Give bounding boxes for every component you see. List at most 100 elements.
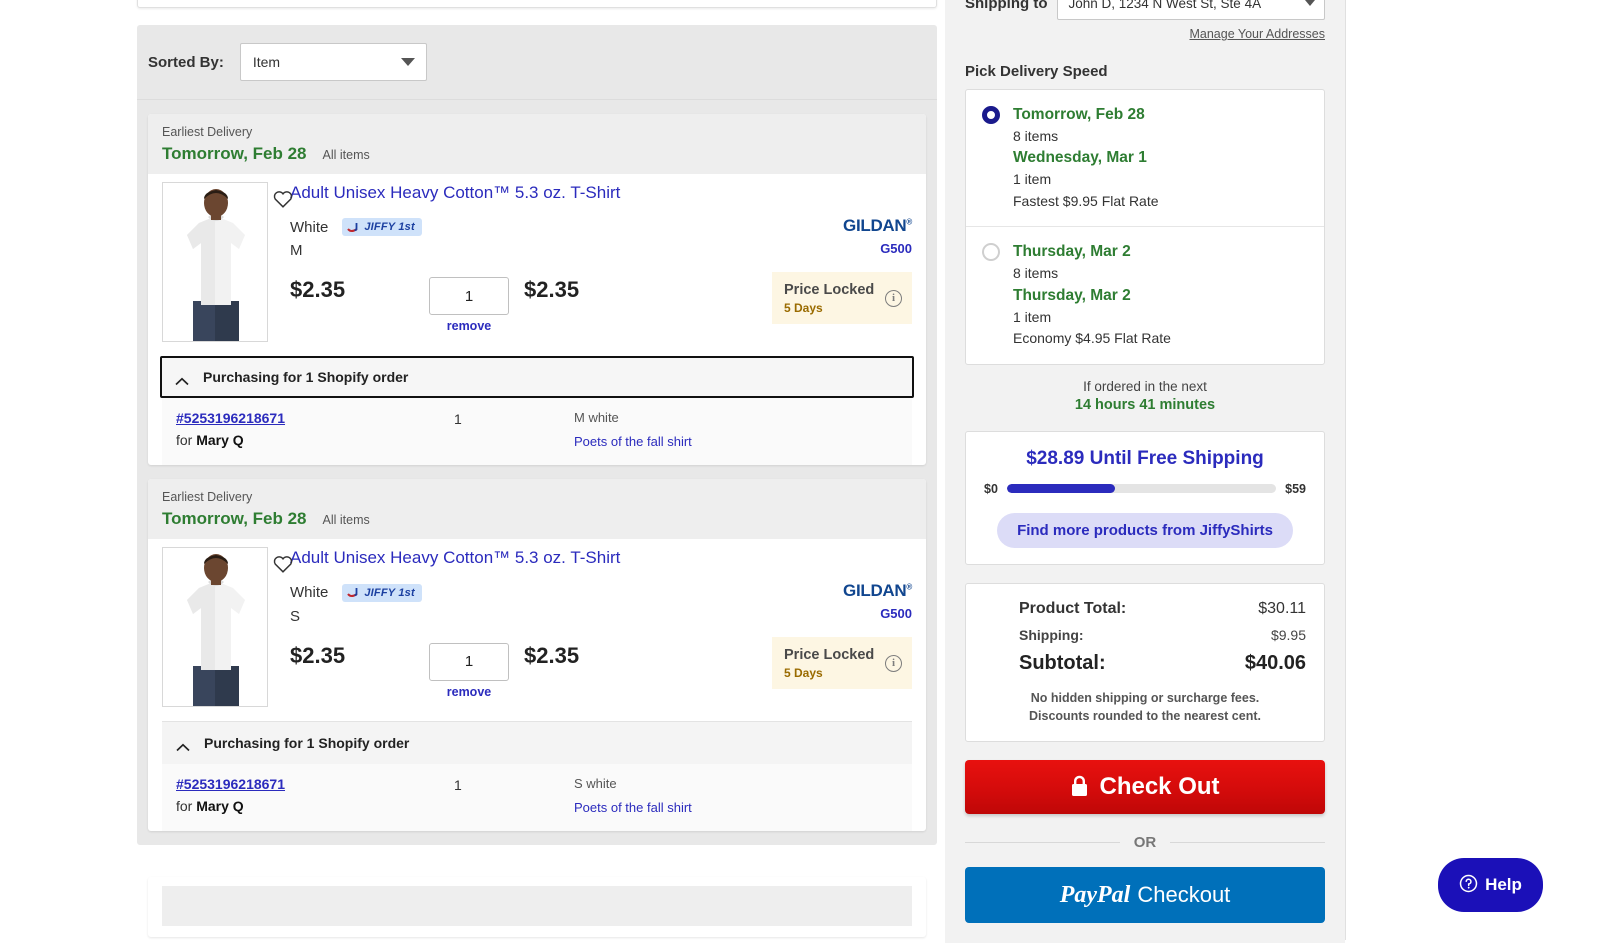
progress-max-label: $59: [1285, 481, 1306, 496]
chevron-up-icon: [175, 373, 189, 385]
order-identity: #5253196218671 for Mary Q: [176, 776, 454, 814]
quantity-input[interactable]: [429, 642, 509, 681]
product-image[interactable]: [162, 182, 268, 343]
brand-column: GILDAN® G500: [732, 581, 912, 621]
delivery-date: Tomorrow, Feb 28: [162, 509, 307, 529]
order-product-link[interactable]: Poets of the fall shirt: [574, 800, 898, 815]
product-image[interactable]: [162, 547, 268, 708]
favorite-icon[interactable]: [272, 553, 294, 575]
delivery-scope: All items: [322, 148, 370, 163]
order-deadline-countdown: 14 hours 41 minutes: [1074, 396, 1216, 413]
order-for-prefix: for: [176, 798, 193, 815]
favorite-icon[interactable]: [272, 188, 294, 210]
sort-select-wrap: Item: [239, 43, 427, 81]
pick-delivery-speed-heading: Pick Delivery Speed: [965, 63, 1108, 80]
paypal-checkout-label: Checkout: [1137, 882, 1231, 908]
total-row-product: Product Total: $30.11: [984, 600, 1306, 618]
delivery-caption: Earliest Delivery: [162, 490, 253, 505]
order-deadline-note: If ordered in the next 14 hours 41 minut…: [965, 379, 1325, 413]
order-quantity: 1: [454, 777, 462, 794]
quantity-input[interactable]: [429, 277, 509, 316]
product-title-link[interactable]: Adult Unisex Heavy Cotton™ 5.3 oz. T-Shi…: [290, 182, 912, 203]
remove-item-link[interactable]: remove: [414, 319, 524, 333]
shipping-to-row: Shipping to John D, 1234 N West St, Ste …: [965, 0, 1325, 20]
price-locked-days: 5 Days: [784, 666, 823, 681]
order-customer-name: Mary Q: [196, 432, 244, 449]
jiffy-badge-label: JIFFY 1st: [364, 221, 415, 234]
speed-count-1: 8 items: [1013, 127, 1059, 144]
style-number[interactable]: G500: [732, 241, 912, 256]
order-id-link[interactable]: #5253196218671: [176, 410, 285, 426]
brand-logo: GILDAN®: [843, 581, 912, 601]
style-number[interactable]: G500: [732, 606, 912, 621]
info-icon[interactable]: i: [885, 654, 902, 672]
purchasing-for-label: Purchasing for 1 Shopify order: [203, 369, 409, 386]
product-total-value: $30.11: [1258, 599, 1306, 617]
jiffy-swoosh-icon: [347, 588, 358, 597]
price-locked-title: Price Locked: [784, 282, 875, 299]
tshirt-model-photo: [163, 548, 267, 707]
cart-item-card: Earliest Delivery Tomorrow, Feb 28 All i…: [148, 114, 926, 466]
purchasing-for-label: Purchasing for 1 Shopify order: [204, 735, 410, 752]
speed-date-1: Thursday, Mar 2: [1013, 243, 1131, 261]
info-icon[interactable]: i: [885, 289, 902, 307]
brand-logo: GILDAN®: [843, 216, 912, 236]
order-deadline-caption: If ordered in the next: [1083, 378, 1207, 394]
manage-addresses-link[interactable]: Manage Your Addresses: [965, 27, 1325, 41]
product-color: White: [290, 584, 329, 601]
fineprint-line-2: Discounts rounded to the nearest cent.: [1029, 709, 1261, 723]
total-row-subtotal: Subtotal: $40.06: [984, 652, 1306, 675]
order-id-link[interactable]: #5253196218671: [176, 776, 285, 792]
lock-icon: [1070, 775, 1089, 800]
find-more-products-button[interactable]: Find more products from JiffyShirts: [997, 512, 1293, 548]
price-locked-badge: Price Locked 5 Days i: [772, 272, 912, 325]
help-widget-button[interactable]: Help: [1438, 858, 1543, 912]
delivery-scope: All items: [322, 513, 370, 528]
progress-track: [1006, 484, 1277, 494]
unit-price: $2.35: [290, 277, 346, 303]
line-total-price: $2.35: [524, 277, 580, 303]
free-shipping-panel: $28.89 Until Free Shipping $0 $59 Find m…: [965, 430, 1325, 565]
order-customer-name: Mary Q: [196, 798, 244, 815]
speed-rate: Fastest $9.95 Flat Rate: [1013, 192, 1159, 209]
order-variant-column: M white Poets of the fall shirt: [574, 410, 898, 449]
price-locked-days: 5 Days: [784, 301, 823, 316]
question-mark-icon: [1459, 874, 1478, 896]
purchasing-for-accordion-toggle[interactable]: Purchasing for 1 Shopify order: [162, 721, 912, 765]
speed-count-2: 1 item: [1013, 171, 1052, 188]
radio-unselected-icon[interactable]: [982, 243, 1000, 262]
purchasing-for-accordion-toggle[interactable]: Purchasing for 1 Shopify order: [160, 356, 914, 399]
order-customer: for Mary Q: [176, 432, 454, 448]
delivery-speed-options: Tomorrow, Feb 28 8 items Wednesday, Mar …: [965, 89, 1325, 365]
totals-fineprint: No hidden shipping or surcharge fees. Di…: [984, 689, 1306, 725]
order-for-prefix: for: [176, 432, 193, 449]
previous-card-stub: [137, 0, 937, 8]
product-title-link[interactable]: Adult Unisex Heavy Cotton™ 5.3 oz. T-Shi…: [290, 547, 912, 568]
order-product-link[interactable]: Poets of the fall shirt: [574, 434, 898, 449]
shipping-total-value: $9.95: [1270, 626, 1306, 643]
paypal-checkout-button[interactable]: PayPal Checkout: [965, 867, 1325, 924]
paypal-wordmark: PayPal: [1059, 881, 1131, 908]
free-shipping-progress: $0 $59: [984, 482, 1306, 496]
shipping-address-select[interactable]: John D, 1234 N West St, Ste 4A: [1057, 0, 1325, 20]
radio-selected-icon[interactable]: [982, 106, 1000, 124]
tshirt-model-photo: [163, 183, 267, 342]
speed-date-1: Tomorrow, Feb 28: [1013, 106, 1145, 123]
or-label: OR: [1133, 834, 1157, 852]
delivery-speed-option-fastest[interactable]: Tomorrow, Feb 28 8 items Wednesday, Mar …: [966, 90, 1324, 226]
product-thumb-wrap: [162, 182, 293, 343]
sort-select[interactable]: Item: [239, 43, 427, 81]
order-quantity: 1: [454, 411, 462, 428]
chevron-down-icon: [1305, 0, 1315, 6]
subtotal-label: Subtotal:: [1019, 651, 1106, 674]
speed-date-2: Thursday, Mar 2: [1013, 286, 1131, 304]
order-identity: #5253196218671 for Mary Q: [176, 410, 454, 448]
checkout-page: Sorted By: Item Earliest Delivery Tomorr…: [0, 0, 1600, 943]
speed-count-2: 1 item: [1013, 308, 1052, 325]
purchasing-for-body: #5253196218671 for Mary Q 1 M white Poet…: [162, 398, 912, 466]
checkout-button[interactable]: Check Out: [965, 760, 1325, 815]
order-row: #5253196218671 for Mary Q 1 S white Poet…: [176, 776, 898, 815]
subtotal-value: $40.06: [1244, 651, 1306, 674]
remove-item-link[interactable]: remove: [414, 685, 524, 699]
delivery-speed-option-economy[interactable]: Thursday, Mar 2 8 items Thursday, Mar 2 …: [966, 226, 1324, 363]
